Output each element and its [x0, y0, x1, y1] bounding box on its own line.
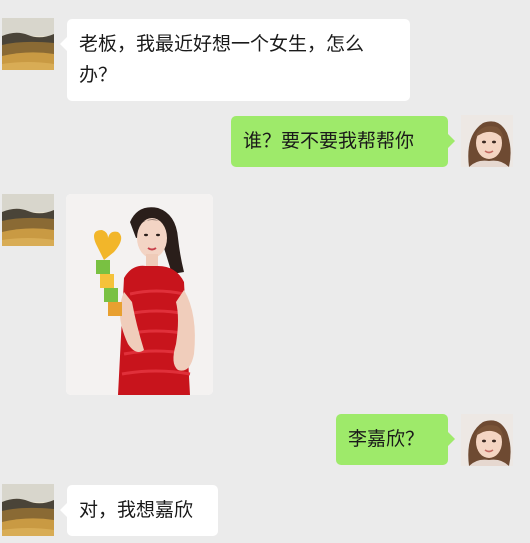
- image-message[interactable]: [66, 194, 213, 395]
- woman-in-red-dress-photo: [66, 194, 213, 395]
- incoming-message-bubble[interactable]: 老板，我最近好想一个女生，怎么办？: [60, 19, 410, 101]
- contact-avatar[interactable]: [2, 194, 54, 246]
- contact-avatar[interactable]: [2, 18, 54, 70]
- self-avatar[interactable]: [461, 115, 513, 167]
- message-text: 李嘉欣？: [348, 428, 425, 450]
- desert-landscape-avatar: [2, 194, 54, 246]
- self-avatar[interactable]: [461, 414, 513, 466]
- message-text: 老板，我最近好想一个女生，怎么办？: [79, 33, 365, 86]
- outgoing-message-bubble[interactable]: 李嘉欣？: [336, 414, 455, 465]
- incoming-message-bubble[interactable]: 对，我想嘉欣: [60, 485, 218, 536]
- girl-portrait-avatar: [461, 115, 513, 167]
- desert-landscape-avatar: [2, 484, 54, 536]
- message-text: 谁？要不要我帮帮你: [243, 130, 415, 152]
- girl-portrait-avatar: [461, 414, 513, 466]
- outgoing-message-bubble[interactable]: 谁？要不要我帮帮你: [231, 116, 455, 167]
- contact-avatar[interactable]: [2, 484, 54, 536]
- message-text: 对，我想嘉欣: [79, 499, 194, 521]
- desert-landscape-avatar: [2, 18, 54, 70]
